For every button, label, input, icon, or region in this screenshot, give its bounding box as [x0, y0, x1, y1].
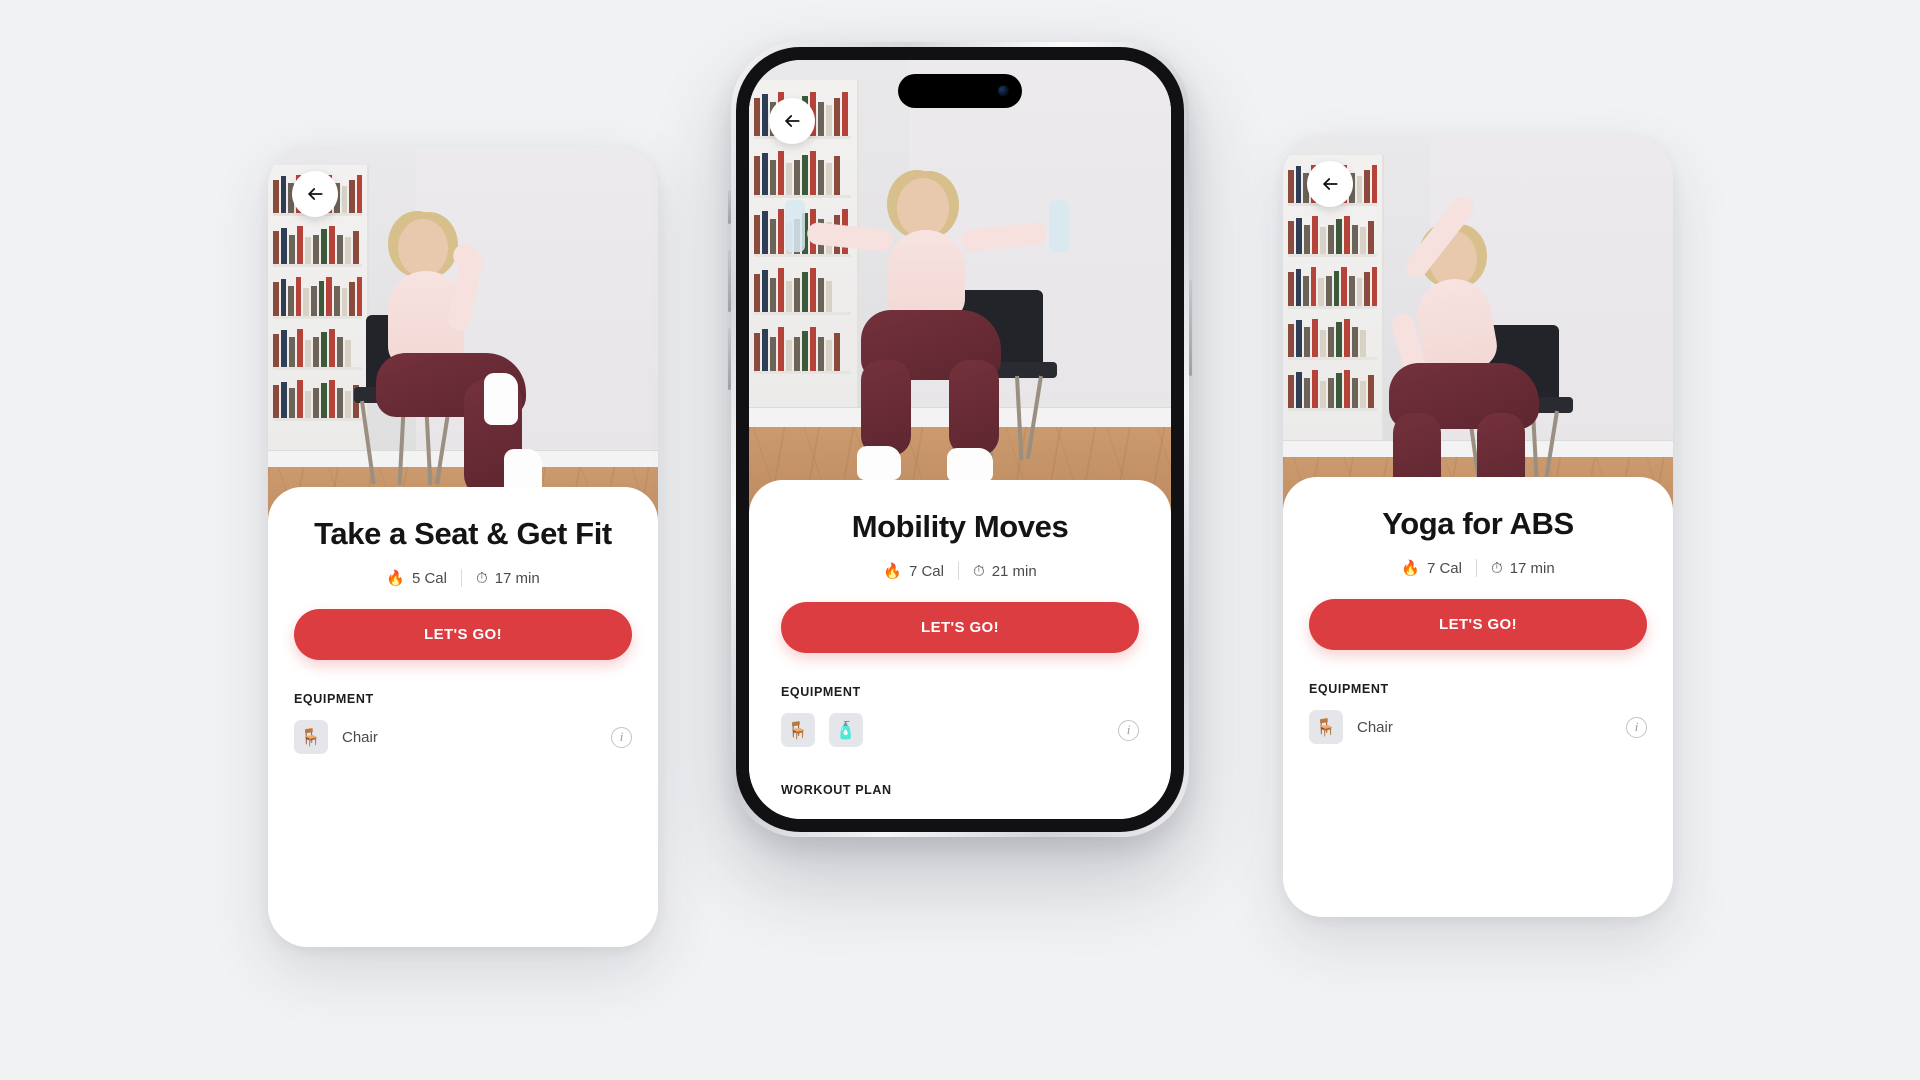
equipment-row: 🪑 Chair i	[1309, 710, 1647, 745]
workout-meta: 🔥 7 Cal ⏱ 21 min	[781, 562, 1139, 581]
water-bottle-icon[interactable]: 🧴	[829, 713, 863, 748]
workout-meta: 🔥 7 Cal ⏱ 17 min	[1309, 559, 1647, 578]
arrow-left-icon	[785, 115, 800, 127]
back-button[interactable]	[292, 171, 338, 217]
info-icon[interactable]: i	[1626, 716, 1647, 738]
screen-yoga-for-abs: Yoga for ABS 🔥 7 Cal ⏱ 17 min LET'S GO! …	[1283, 137, 1673, 917]
workout-title: Yoga for ABS	[1382, 506, 1574, 541]
power-button[interactable]	[1189, 280, 1192, 376]
chair-icon: 🪑	[1309, 710, 1343, 745]
equipment-name: Chair	[342, 728, 378, 746]
calories-value: 7 Cal	[1426, 559, 1462, 577]
chair-icon: 🪑	[294, 720, 328, 755]
phone-bezel: Mobility Moves 🔥 7 Cal ⏱ 21 min LET'S GO…	[736, 47, 1184, 832]
workout-title: Mobility Moves	[851, 509, 1069, 544]
chair-icon[interactable]: 🪑	[781, 713, 815, 748]
equipment-name: Chair	[1357, 718, 1393, 736]
calories-value: 5 Cal	[411, 569, 447, 587]
phone-screen: Mobility Moves 🔥 7 Cal ⏱ 21 min LET'S GO…	[749, 60, 1171, 819]
equipment-label: EQUIPMENT	[1309, 682, 1389, 697]
lets-go-button[interactable]: LET'S GO!	[294, 609, 632, 661]
workout-title: Take a Seat & Get Fit	[314, 516, 612, 551]
equipment-row: 🪑 Chair i	[294, 720, 632, 755]
workout-meta: 🪑 🔥 5 Cal ⏱ 17 min	[294, 569, 632, 588]
calories-icon: 🔥	[1401, 559, 1420, 577]
equipment-label: EQUIPMENT	[781, 685, 861, 700]
front-camera-icon	[998, 85, 1009, 97]
duration-value: 17 min	[494, 569, 540, 587]
calories-stat: 🔥 7 Cal	[1401, 560, 1462, 577]
screen-take-a-seat: Take a Seat & Get Fit 🪑 🔥 5 Cal ⏱ 17 min…	[268, 147, 658, 947]
meta-divider	[1475, 559, 1477, 578]
meta-divider	[460, 569, 462, 588]
info-icon[interactable]: i	[1118, 719, 1139, 741]
duration-value: 17 min	[1509, 559, 1555, 577]
stopwatch-icon: ⏱	[972, 562, 985, 580]
duration-stat: ⏱ 17 min	[1491, 560, 1555, 577]
calories-icon: 🔥	[883, 562, 902, 580]
dynamic-island	[898, 74, 1022, 108]
arrow-left-icon	[1323, 178, 1338, 190]
duration-value: 21 min	[991, 562, 1037, 580]
duration-stat: ⏱ 17 min	[476, 570, 540, 587]
volume-up-button[interactable]	[728, 250, 731, 312]
volume-down-button[interactable]	[728, 328, 731, 390]
info-icon[interactable]: i	[611, 726, 632, 748]
back-button[interactable]	[769, 98, 815, 144]
calories-stat: 🔥 7 Cal	[883, 563, 944, 580]
stopwatch-icon: ⏱	[1490, 559, 1503, 577]
workout-info-sheet: Yoga for ABS 🔥 7 Cal ⏱ 17 min LET'S GO! …	[1283, 477, 1673, 917]
app-showcase-stage: Take a Seat & Get Fit 🪑 🔥 5 Cal ⏱ 17 min…	[0, 0, 1920, 1080]
lets-go-button[interactable]: LET'S GO!	[1309, 599, 1647, 651]
arrow-left-icon	[308, 188, 323, 200]
equipment-label: EQUIPMENT	[294, 692, 374, 707]
workout-info-sheet: Take a Seat & Get Fit 🪑 🔥 5 Cal ⏱ 17 min…	[268, 487, 658, 947]
calories-value: 7 Cal	[908, 562, 944, 580]
equipment-row: 🪑 🧴 i	[781, 713, 1139, 748]
meta-divider	[957, 562, 959, 581]
stopwatch-icon: ⏱	[475, 569, 488, 587]
calories-stat: 🪑 🔥 5 Cal	[386, 570, 447, 587]
back-button[interactable]	[1307, 161, 1353, 207]
silent-switch[interactable]	[728, 190, 731, 224]
lets-go-button[interactable]: LET'S GO!	[781, 602, 1139, 654]
workout-info-sheet: Mobility Moves 🔥 7 Cal ⏱ 21 min LET'S GO…	[749, 480, 1171, 819]
calories-icon: 🔥	[386, 569, 405, 587]
duration-stat: ⏱ 21 min	[973, 563, 1037, 580]
workout-plan-label: WORKOUT PLAN	[781, 783, 892, 798]
screen-mobility-moves: Mobility Moves 🔥 7 Cal ⏱ 21 min LET'S GO…	[728, 42, 1192, 837]
